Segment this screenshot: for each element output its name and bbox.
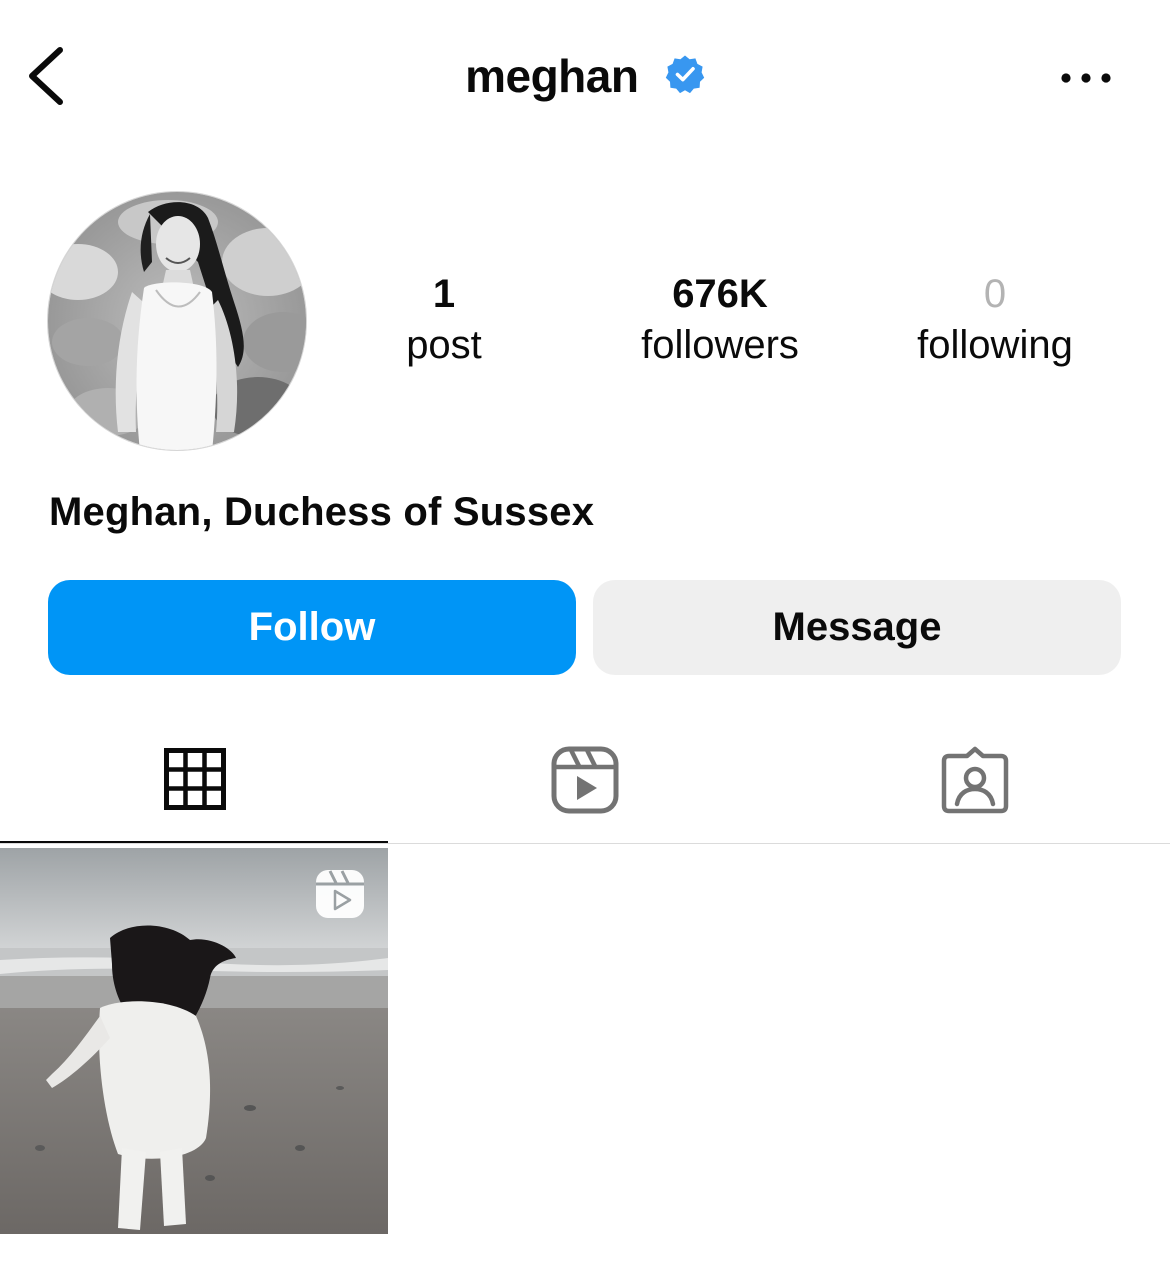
posts-label: post [406,323,482,367]
tagged-person-icon [941,746,1009,814]
verified-badge-icon [665,55,705,94]
more-options-button[interactable] [1052,56,1122,100]
following-label: following [917,323,1073,367]
username: meghan [465,50,639,102]
stat-posts[interactable]: 1 post [324,268,564,370]
message-button[interactable]: Message [593,580,1121,675]
grid-icon [164,748,226,810]
following-count: 0 [983,272,1007,316]
stat-following[interactable]: 0 following [875,268,1115,370]
tab-divider [0,843,1170,844]
follow-button[interactable]: Follow [48,580,576,675]
header-title: meghan [0,46,1170,110]
profile-header: meghan [0,0,1170,150]
profile-tabs [0,710,1170,845]
reels-badge-icon [316,870,364,918]
avatar[interactable] [47,191,307,451]
posts-count: 1 [432,272,456,316]
followers-label: followers [641,323,799,367]
stat-followers[interactable]: 676K followers [600,268,840,370]
more-horizontal-icon [1061,73,1111,83]
post-thumbnail[interactable] [0,848,388,1234]
profile-photo [48,192,306,450]
followers-count: 676K [672,272,768,316]
tab-reels[interactable] [390,710,778,843]
reels-icon [551,746,619,814]
profile-full-name: Meghan, Duchess of Sussex [49,490,595,534]
tab-tagged[interactable] [780,710,1168,843]
tab-posts[interactable] [0,710,388,843]
